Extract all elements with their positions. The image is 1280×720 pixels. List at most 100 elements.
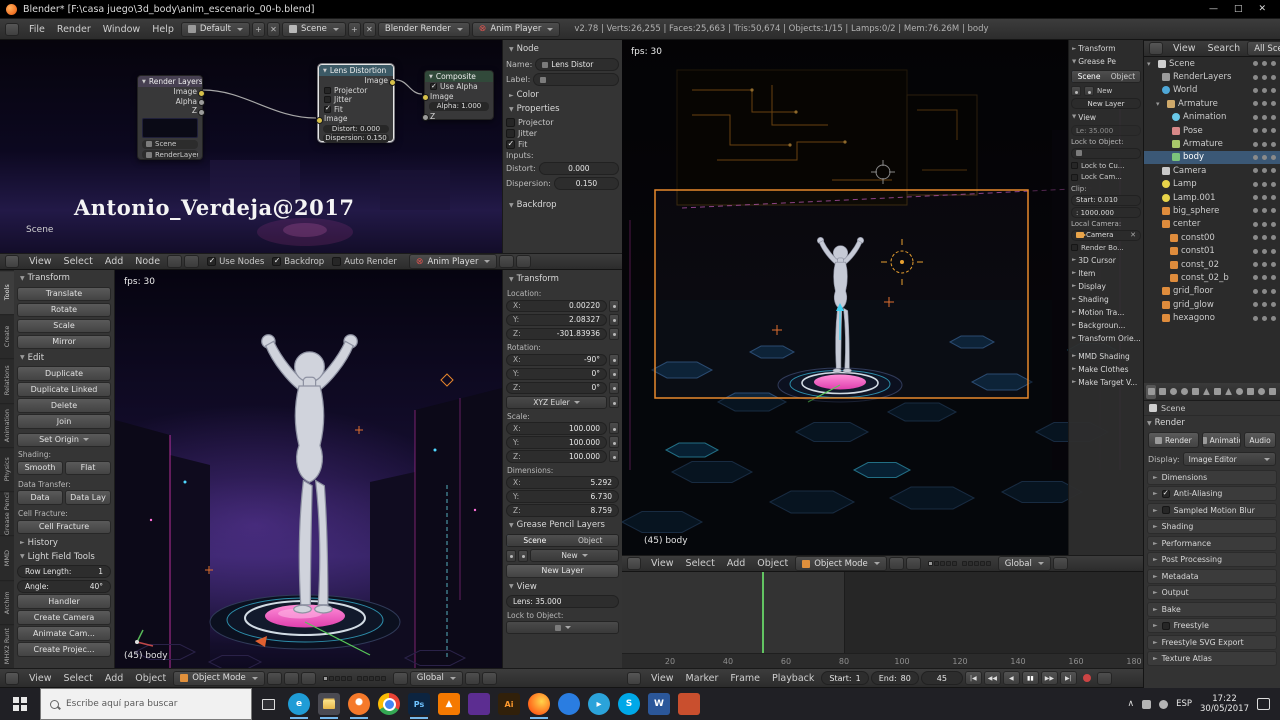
set-origin-dropdown[interactable]: Set Origin <box>17 432 111 447</box>
taskbar-app-word[interactable]: W <box>648 693 670 715</box>
taskbar-app-firefox[interactable] <box>528 693 550 715</box>
frame-end-field[interactable]: End: 80 <box>870 671 919 685</box>
keyframe-button[interactable] <box>609 313 619 326</box>
pin-icon[interactable] <box>184 255 200 268</box>
node-editor[interactable]: Antonio_Verdeja@2017 Scene Render Layers… <box>0 40 502 253</box>
menu-select[interactable]: Select <box>681 558 720 569</box>
visibility-toggles[interactable] <box>1253 275 1258 281</box>
outliner-row[interactable]: Lamp <box>1144 178 1280 191</box>
taskbar-app-file-explorer[interactable] <box>318 693 340 715</box>
translate-button[interactable]: Translate <box>17 286 111 301</box>
duplicate-button[interactable]: Duplicate <box>17 366 111 381</box>
taskbar-app-blender[interactable] <box>348 693 370 715</box>
notification-center-icon[interactable] <box>1257 698 1270 710</box>
pivot-point-icon[interactable] <box>283 671 299 685</box>
properties-section-header[interactable]: Properties <box>506 102 619 116</box>
freestyle-checkbox[interactable] <box>1161 621 1170 630</box>
menu-add[interactable]: Add <box>100 256 128 267</box>
use-nodes-checkbox[interactable] <box>207 256 217 266</box>
menu-object[interactable]: Object <box>752 558 793 569</box>
gp-scene-toggle[interactable]: Scene <box>507 535 563 546</box>
post-processing-section[interactable]: Post Processing <box>1147 552 1277 567</box>
visibility-toggles[interactable] <box>1253 208 1258 214</box>
keyframe-button[interactable] <box>609 396 619 408</box>
render-opengl-icon[interactable] <box>481 671 497 685</box>
grease-pencil-section-header[interactable]: Grease Pe <box>1071 55 1141 68</box>
minimize-button[interactable] <box>1209 4 1218 14</box>
node-label-field[interactable] <box>533 73 619 86</box>
taskbar-app-skype[interactable]: S <box>618 693 640 715</box>
next-keyframe-button[interactable]: ▶▶ <box>1040 671 1058 685</box>
viewport-3d[interactable]: fps: 30 (45) body <box>115 270 502 668</box>
scale-button[interactable]: Scale <box>17 318 111 333</box>
transform-panel-header[interactable]: Transform <box>17 271 111 285</box>
manipulator-icon[interactable] <box>300 671 316 685</box>
outliner-row[interactable]: hexagono <box>1144 311 1280 324</box>
alpha-slider[interactable]: Alpha: 1.000 <box>429 102 489 111</box>
snap-magnet-icon[interactable] <box>1052 557 1068 570</box>
previous-keyframe-button[interactable]: ◀◀ <box>983 671 1001 685</box>
expander-icon[interactable] <box>1147 59 1155 69</box>
create-projector-button[interactable]: Create Projec... <box>17 642 111 657</box>
keyframe-button[interactable] <box>609 422 619 435</box>
menu-add[interactable]: Add <box>100 673 128 684</box>
transform-orientations-section-header[interactable]: Transform Orie... <box>1071 332 1141 345</box>
auto-render-checkbox[interactable] <box>332 257 342 266</box>
menu-view[interactable]: View <box>646 558 679 569</box>
language-indicator[interactable]: ESP <box>1176 699 1192 709</box>
render-border-checkbox[interactable] <box>1071 244 1078 252</box>
location-y-field[interactable]: Y: 2.08327 <box>506 313 607 326</box>
metadata-section[interactable]: Metadata <box>1147 568 1277 584</box>
tab-render-icon[interactable] <box>1146 384 1157 399</box>
menu-render[interactable]: Render <box>52 24 96 35</box>
expander-icon[interactable] <box>1156 99 1164 109</box>
record-button[interactable] <box>1082 674 1091 682</box>
join-button[interactable]: Join <box>17 414 111 429</box>
smooth-button[interactable]: Smooth <box>17 460 63 475</box>
mirror-button[interactable]: Mirror <box>17 334 111 349</box>
outliner-row[interactable]: Animation <box>1144 111 1280 124</box>
menu-marker[interactable]: Marker <box>681 673 724 684</box>
tab-physics[interactable]: Physics <box>0 446 14 492</box>
scene-selector[interactable]: Scene <box>281 21 346 37</box>
new-layer-button[interactable]: New Layer <box>1071 98 1141 109</box>
tab-world-icon[interactable] <box>1179 385 1189 399</box>
tray-volume-icon[interactable] <box>1159 699 1169 709</box>
lens-distortion-node[interactable]: Lens Distortion Image Projector Jitter F… <box>316 64 396 143</box>
add-icon[interactable] <box>518 549 528 562</box>
keyframe-button[interactable] <box>609 327 619 340</box>
visibility-toggles[interactable] <box>1253 168 1258 174</box>
grease-pencil-section-header[interactable]: Grease Pencil Layers <box>506 518 619 532</box>
tab-data-icon[interactable] <box>1224 385 1234 399</box>
freestyle-section[interactable]: Freestyle <box>1147 618 1277 633</box>
jitter-checkbox[interactable] <box>324 96 331 104</box>
editor-3d-view-icon[interactable] <box>627 557 641 570</box>
compositor-icon[interactable] <box>167 255 183 268</box>
backdrop-checkbox[interactable] <box>272 256 282 266</box>
visibility-toggles[interactable] <box>1253 288 1258 294</box>
outliner-editor-icon[interactable] <box>1149 42 1163 55</box>
menu-frame[interactable]: Frame <box>725 673 765 684</box>
shading-section[interactable]: Shading <box>1147 519 1277 534</box>
lock-camera-checkbox[interactable] <box>1071 173 1078 181</box>
dimension-x-field[interactable]: X: 5.292 <box>506 476 619 489</box>
new-layer-button[interactable]: New Layer <box>506 563 619 578</box>
texture-atlas-section[interactable]: Texture Atlas <box>1147 651 1277 666</box>
duplicate-linked-button[interactable]: Duplicate Linked <box>17 382 111 397</box>
clear-icon[interactable]: ✕ <box>1130 231 1136 239</box>
rotate-button[interactable]: Rotate <box>17 302 111 317</box>
frame-start-field[interactable]: Start: 1 <box>821 671 869 685</box>
remove-layout-button[interactable]: ✕ <box>266 21 280 37</box>
visibility-toggles[interactable] <box>1253 315 1258 321</box>
taskbar-app-browser[interactable] <box>558 693 580 715</box>
mode-dropdown[interactable]: Object Mode <box>795 556 887 571</box>
add-layout-button[interactable]: + <box>251 21 265 37</box>
visibility-toggles[interactable] <box>1253 141 1258 147</box>
backdrop-section-header[interactable]: Backdrop <box>506 198 619 212</box>
dimensions-section[interactable]: Dimensions <box>1147 469 1277 485</box>
sampled-motion-blur-section[interactable]: Sampled Motion Blur <box>1147 502 1277 518</box>
draw-icon[interactable] <box>1071 85 1081 96</box>
outliner-row[interactable]: Camera <box>1144 164 1280 177</box>
current-frame-field[interactable]: 45 <box>920 671 963 685</box>
snap-magnet-icon[interactable] <box>464 671 480 685</box>
